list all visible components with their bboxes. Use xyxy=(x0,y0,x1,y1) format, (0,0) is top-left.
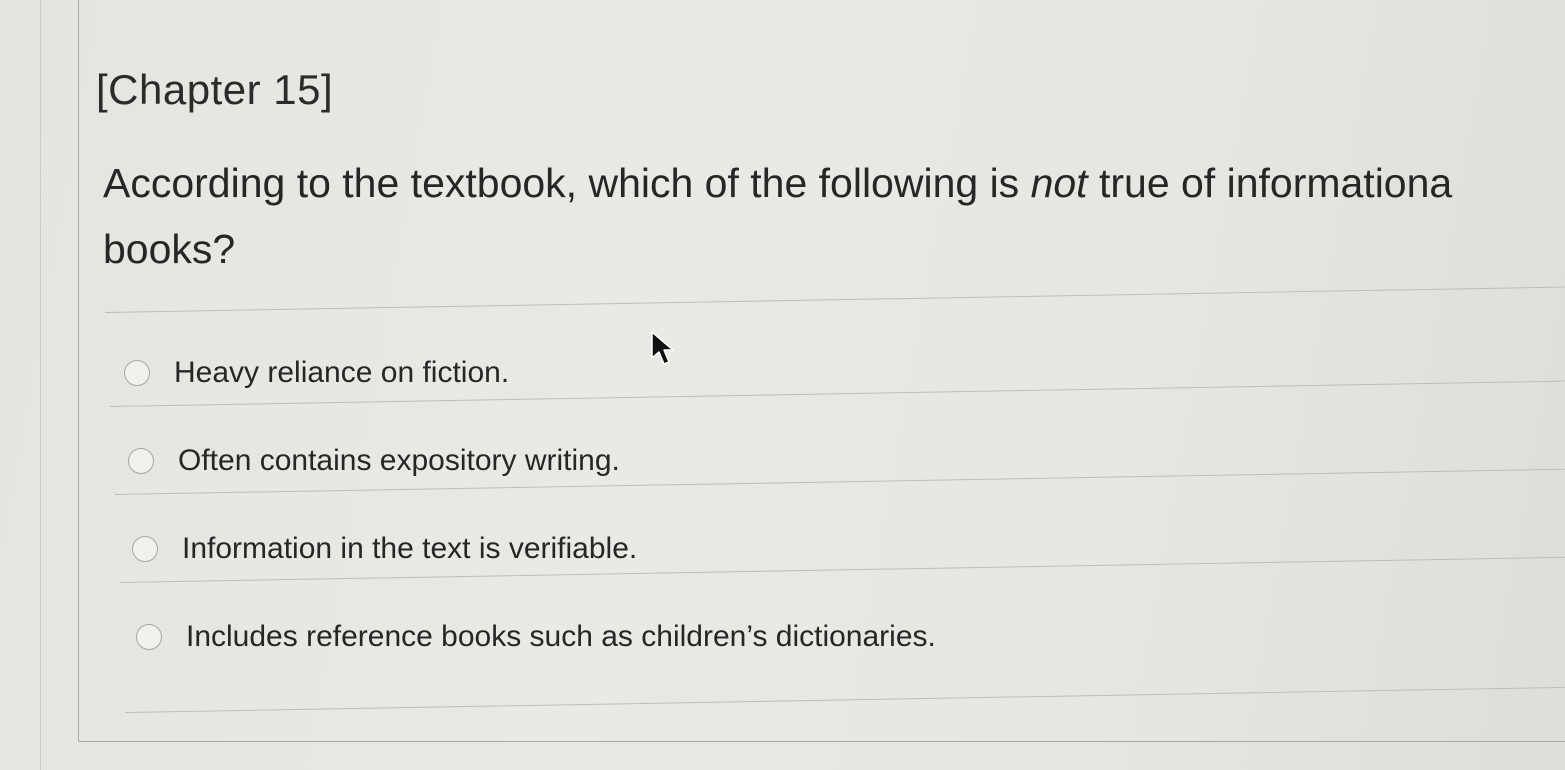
question-text-part2: true of informationa xyxy=(1087,160,1453,206)
radio-button[interactable] xyxy=(136,624,162,650)
page-left-border xyxy=(40,0,41,770)
quiz-page: [Chapter 15] According to the textbook, … xyxy=(0,0,1565,770)
radio-button[interactable] xyxy=(132,536,158,562)
answer-label: Includes reference books such as childre… xyxy=(186,620,936,653)
chapter-label: [Chapter 15] xyxy=(96,66,334,113)
radio-button[interactable] xyxy=(128,448,154,474)
answer-label: Heavy reliance on fiction. xyxy=(174,356,510,389)
answer-option-2[interactable]: Often contains expository writing. xyxy=(128,444,620,478)
question-text-part1: According to the textbook, which of the … xyxy=(103,160,1031,206)
answer-option-4[interactable]: Includes reference books such as childre… xyxy=(136,620,936,654)
answer-label: Often contains expository writing. xyxy=(178,444,620,477)
answer-option-3[interactable]: Information in the text is verifiable. xyxy=(132,532,637,566)
question-text-line2: books? xyxy=(103,226,236,272)
answer-label: Information in the text is verifiable. xyxy=(182,532,638,565)
question-emphasis: not xyxy=(1030,160,1088,206)
question-text: According to the textbook, which of the … xyxy=(103,150,1565,282)
radio-button[interactable] xyxy=(124,360,150,386)
answer-option-1[interactable]: Heavy reliance on fiction. xyxy=(124,356,509,390)
mouse-pointer-icon xyxy=(651,331,674,365)
